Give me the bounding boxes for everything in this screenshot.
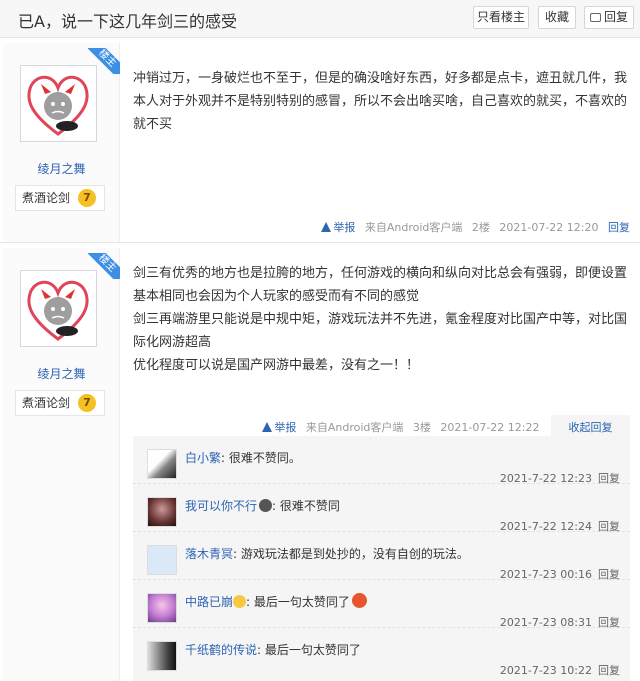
post-content: 冲销过万，一身破烂也不至于，但是的确没啥好东西，好多都是点卡，遮丑就几件，我本人… [133,71,628,132]
author-name[interactable]: 绫月之舞 [3,160,120,177]
sub-reply-text-row: 我可以你不行 : 很难不赞同 [185,497,340,514]
author-sidebar: 楼主 绫月之舞 煮酒论剑 7 [3,43,120,242]
avatar[interactable] [147,593,177,623]
sub-reply-user[interactable]: 落木青冥 [185,547,233,561]
op-badge-label: 楼主 [88,253,120,279]
reply-button-label: 回复 [603,10,628,24]
post-time: 2021-07-22 12:22 [440,421,540,434]
sub-reply-text-row: 白小繁: 很难不赞同。 [185,449,301,466]
favorite-button[interactable]: 收藏 [538,6,576,29]
sub-reply-user[interactable]: 千纸鹤的传说 [185,643,257,657]
avatar[interactable] [147,545,177,575]
sub-reply-text: : 很难不赞同 [272,499,340,513]
level-badge: 煮酒论剑 7 [15,390,105,416]
sub-reply-text-row: 落木青冥: 游戏玩法都是到处抄的，没有自创的玩法。 [185,545,469,562]
report-link[interactable]: 举报 [321,221,355,234]
emoji-icon [259,499,273,512]
emoji-icon [351,593,367,608]
author-sidebar: 楼主 绫月之舞 煮酒论剑 7 [3,248,120,681]
post-floor-2: 楼主 绫月之舞 煮酒论剑 7 冲销过万，一身破烂也不至于，但是的确没啥好东西，好多… [0,43,640,243]
sub-reply-user[interactable]: 我可以你不行 [185,499,257,513]
post-reply-link[interactable]: 回复 [608,221,630,234]
sub-reply-text: : 最后一句太赞同了 [246,595,350,609]
thread-header: 已A，说一下这几年剑三的感受 只看楼主 收藏 回复 [0,0,640,38]
op-badge: 楼主 [88,48,120,74]
post-content: 剑三有优秀的地方也是拉胯的地方，任何游戏的横向和纵向对比总会有强弱，即便设置基本… [133,266,628,373]
list-item: 白小繁: 很难不赞同。 2021-7-22 12:23 回复 [133,436,630,485]
sub-reply-meta: 2021-7-23 10:22 回复 [500,662,620,678]
only-op-button[interactable]: 只看楼主 [473,6,529,29]
post-source: 来自Android客户端 [364,221,463,234]
warning-icon [262,422,273,432]
thread-title: 已A，说一下这几年剑三的感受 [18,12,237,31]
report-link[interactable]: 举报 [262,421,296,434]
post-floor: 3楼 [412,421,431,434]
sub-reply-user[interactable]: 中路已崩 [185,595,233,609]
post-source: 来自Android客户端 [305,421,404,434]
post-time: 2021-07-22 12:20 [499,221,599,234]
reply-button[interactable]: 回复 [584,6,634,29]
sub-reply-reply-link[interactable]: 回复 [598,664,620,677]
reply-icon [589,13,601,22]
avatar[interactable] [147,449,177,479]
sub-reply-text: : 最后一句太赞同了 [257,643,361,657]
avatar[interactable] [147,641,177,671]
report-label: 举报 [333,221,356,234]
avatar[interactable] [20,270,97,347]
avatar[interactable] [20,65,97,142]
report-label: 举报 [274,421,297,434]
level-number: 7 [78,189,96,207]
warning-icon [321,222,332,232]
avatar-devil-heart-icon [27,280,89,341]
list-item: 我可以你不行: 很难不赞同 2021-7-22 12:24 回复 [133,484,630,533]
avatar-devil-heart-icon [27,75,89,136]
list-item: 落木青冥: 游戏玩法都是到处抄的，没有自创的玩法。 2021-7-23 00:1… [133,532,630,581]
sub-reply-time: 2021-7-23 10:22 [499,664,592,677]
sub-reply-list: 白小繁: 很难不赞同。 2021-7-22 12:23 回复 我可以你不行 : 很难… [133,436,630,681]
sub-reply-user[interactable]: 白小繁 [185,451,221,465]
level-badge: 煮酒论剑 7 [15,185,105,211]
level-number: 7 [78,394,96,412]
op-badge-label: 楼主 [88,48,120,74]
level-name: 煮酒论剑 [22,191,71,205]
author-name[interactable]: 绫月之舞 [3,365,120,382]
sub-reply-text-row: 千纸鹤的传说: 最后一句太赞同了 [185,641,361,658]
sub-reply-text: : 游戏玩法都是到处抄的，没有自创的玩法。 [233,547,469,561]
post-floor: 2楼 [471,221,490,234]
post-floor-3: 楼主 绫月之舞 煮酒论剑 7 剑三有优秀的地方也是拉胯的地方，任何游戏的横向和纵向… [0,248,640,681]
op-badge: 楼主 [88,253,120,279]
sub-reply-text: : 很难不赞同。 [221,451,301,465]
list-item: 中路已崩: 最后一句太赞同了 2021-7-23 08:31 回复 [133,580,630,629]
level-name: 煮酒论剑 [22,396,71,410]
list-item: 千纸鹤的传说: 最后一句太赞同了 2021-7-23 10:22 回复 [133,628,630,678]
sub-reply-text-row: 中路已崩 : 最后一句太赞同了 [185,593,367,610]
emoji-icon [233,595,247,608]
post-tail: 举报 来自Android客户端 2楼 2021-07-22 12:20 回复 [315,219,630,235]
avatar[interactable] [147,497,177,527]
